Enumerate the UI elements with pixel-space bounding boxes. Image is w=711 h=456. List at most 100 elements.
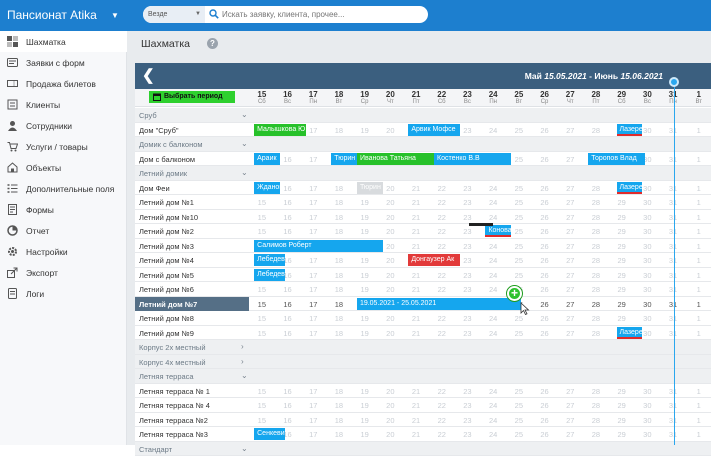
day-cell[interactable]: 30 xyxy=(635,224,661,238)
day-cell[interactable]: 17 xyxy=(300,152,326,166)
day-cell[interactable]: 29 xyxy=(609,398,635,412)
day-cell[interactable]: 30 xyxy=(635,311,661,325)
day-cell[interactable]: 1 xyxy=(686,311,711,325)
day-cell[interactable]: 16 xyxy=(275,413,301,427)
day-cell[interactable]: 26 xyxy=(532,384,558,398)
day-cell[interactable]: 30 xyxy=(635,384,661,398)
day-cell[interactable]: 21 xyxy=(403,311,429,325)
day-cell[interactable]: 17 xyxy=(300,427,326,441)
day-cell[interactable]: 29 xyxy=(609,195,635,209)
day-cell[interactable]: 24 xyxy=(480,413,506,427)
day-cell[interactable]: 18 xyxy=(326,253,352,267)
back-arrow-icon[interactable]: ❮ xyxy=(142,66,155,84)
day-cell[interactable]: 25 xyxy=(506,384,532,398)
day-cell[interactable]: 17 xyxy=(300,413,326,427)
day-cell[interactable]: 19 xyxy=(352,326,378,340)
group-row[interactable]: Сруб⌄ xyxy=(135,108,711,123)
day-cell[interactable]: 30 xyxy=(635,253,661,267)
day-cell[interactable]: 20 xyxy=(378,268,404,282)
day-cell[interactable]: 18 xyxy=(326,195,352,209)
day-cell[interactable]: 28 xyxy=(583,268,609,282)
day-cell[interactable]: 20 xyxy=(378,326,404,340)
chevron-down-icon[interactable]: ⌄ xyxy=(241,110,248,119)
day-cell[interactable]: 26 xyxy=(532,413,558,427)
day-cell[interactable]: 22 xyxy=(429,326,455,340)
booking-bar[interactable]: 19.05.2021 - 25.05.2021 xyxy=(357,298,521,310)
day-cell[interactable]: 25 xyxy=(506,210,532,224)
day-cell[interactable]: 28 xyxy=(583,413,609,427)
day-cell[interactable]: 24 xyxy=(480,181,506,195)
day-cell[interactable]: 20 xyxy=(378,413,404,427)
day-cell[interactable]: 17 xyxy=(300,311,326,325)
day-cell[interactable]: 20 xyxy=(378,427,404,441)
group-row[interactable]: Корпус 4х местный› xyxy=(135,355,711,370)
day-cell[interactable]: 16 xyxy=(275,311,301,325)
booking-bar[interactable]: Торопов Влад xyxy=(588,153,645,165)
day-cell[interactable]: 20 xyxy=(378,311,404,325)
day-cell[interactable]: 17 xyxy=(300,268,326,282)
day-cell[interactable]: 25 xyxy=(506,239,532,253)
day-cell[interactable]: 18 xyxy=(326,398,352,412)
day-cell[interactable]: 24 xyxy=(480,268,506,282)
day-cell[interactable]: 28 xyxy=(583,253,609,267)
day-cell[interactable]: 1 xyxy=(686,210,711,224)
booking-bar[interactable]: Тюрин xyxy=(331,153,357,165)
day-cell[interactable]: 27 xyxy=(557,152,583,166)
group-label[interactable]: Летняя терраса xyxy=(135,369,249,383)
day-cell[interactable]: 15 xyxy=(249,384,275,398)
day-cell[interactable]: 18 xyxy=(326,413,352,427)
day-cell[interactable]: 24 xyxy=(480,253,506,267)
day-cell[interactable]: 20 xyxy=(378,398,404,412)
day-cell[interactable]: 16 xyxy=(275,224,301,238)
day-cell[interactable]: 30 xyxy=(635,413,661,427)
day-cell[interactable]: 20 xyxy=(378,123,404,137)
day-cell[interactable]: 23 xyxy=(455,239,481,253)
booking-bar[interactable]: Коновал xyxy=(485,225,511,237)
day-cell[interactable]: 1 xyxy=(686,282,711,296)
day-cell[interactable]: 19 xyxy=(352,427,378,441)
day-cell[interactable]: 23 xyxy=(455,398,481,412)
day-cell[interactable]: 28 xyxy=(583,326,609,340)
day-cell[interactable]: 20 xyxy=(378,210,404,224)
day-cell[interactable]: 23 xyxy=(455,282,481,296)
booking-bar[interactable]: Костенко В.В xyxy=(434,153,511,165)
day-cell[interactable]: 20 xyxy=(378,282,404,296)
day-cell[interactable]: 27 xyxy=(557,384,583,398)
day-cell[interactable]: 18 xyxy=(326,384,352,398)
day-cell[interactable]: 18 xyxy=(326,326,352,340)
day-cell[interactable]: 20 xyxy=(378,195,404,209)
day-cell[interactable]: 18 xyxy=(326,268,352,282)
day-cell[interactable]: 21 xyxy=(403,384,429,398)
day-cell[interactable]: 19 xyxy=(352,123,378,137)
day-cell[interactable]: 27 xyxy=(557,311,583,325)
day-cell[interactable]: 19 xyxy=(352,210,378,224)
day-cell[interactable]: 27 xyxy=(557,224,583,238)
day-cell[interactable]: 27 xyxy=(557,413,583,427)
day-cell[interactable]: 21 xyxy=(403,195,429,209)
day-cell[interactable]: 27 xyxy=(557,123,583,137)
day-cell[interactable]: 26 xyxy=(532,123,558,137)
group-row[interactable]: Стандарт⌄ xyxy=(135,442,711,456)
booking-bar[interactable]: Иванова Татьяна xyxy=(357,153,434,165)
search-input[interactable] xyxy=(222,8,422,21)
day-cell[interactable]: 16 xyxy=(275,282,301,296)
booking-bar[interactable]: Жданов xyxy=(254,182,280,194)
day-cell[interactable]: 26 xyxy=(532,297,558,311)
day-cell[interactable]: 17 xyxy=(300,282,326,296)
day-cell[interactable]: 24 xyxy=(480,210,506,224)
help-icon[interactable]: ? xyxy=(207,38,218,49)
day-cell[interactable]: 15 xyxy=(249,297,275,311)
day-cell[interactable]: 26 xyxy=(532,268,558,282)
day-cell[interactable]: 23 xyxy=(455,195,481,209)
sidebar-item-0[interactable]: Шахматка xyxy=(0,31,127,52)
booking-bar[interactable]: Лебедев xyxy=(254,254,285,266)
day-cell[interactable]: 22 xyxy=(429,195,455,209)
day-cell[interactable]: 26 xyxy=(532,326,558,340)
day-cell[interactable]: 26 xyxy=(532,239,558,253)
day-cell[interactable]: 28 xyxy=(583,297,609,311)
day-cell[interactable]: 17 xyxy=(300,195,326,209)
day-cell[interactable]: 1 xyxy=(686,152,711,166)
day-cell[interactable]: 27 xyxy=(557,282,583,296)
day-cell[interactable]: 22 xyxy=(429,413,455,427)
day-cell[interactable]: 23 xyxy=(455,181,481,195)
